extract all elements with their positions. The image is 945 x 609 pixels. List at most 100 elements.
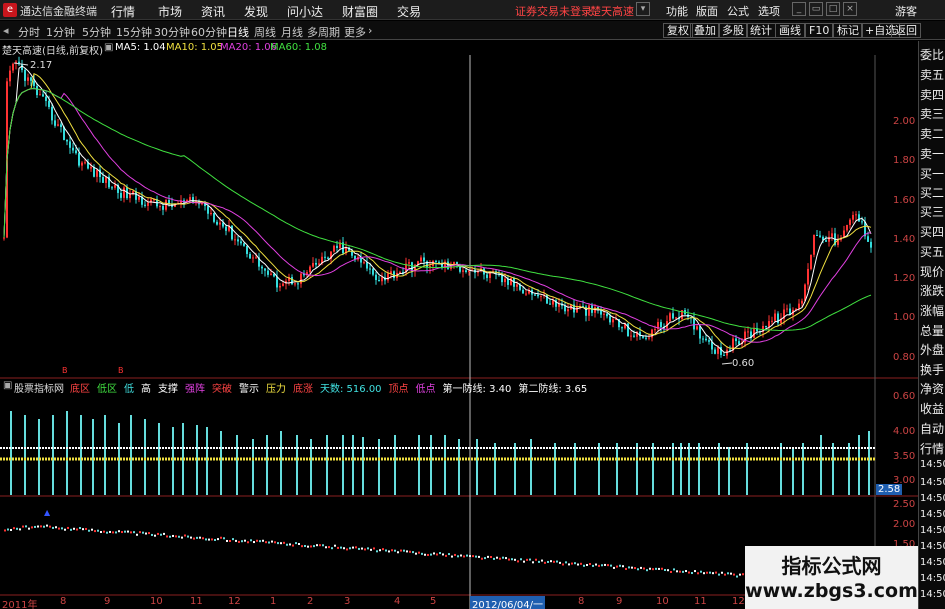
lower-chart-dot <box>418 551 420 554</box>
menu-ask[interactable]: 问小达 <box>287 3 323 20</box>
lower-chart-dot <box>205 538 207 541</box>
tab-back-icon[interactable]: ◂ <box>3 24 9 37</box>
multi-stock-button[interactable]: 多股 <box>718 23 748 38</box>
x-axis-label: 10 <box>150 596 163 607</box>
candle-body <box>375 274 377 280</box>
candle-body <box>567 309 569 312</box>
lower-chart-dot <box>493 557 495 560</box>
sidebar-item[interactable]: 14:50 <box>920 557 945 568</box>
sidebar-item[interactable]: 14:50 <box>920 589 945 600</box>
menu-news[interactable]: 资讯 <box>201 3 225 20</box>
menu-discover[interactable]: 发现 <box>244 3 268 20</box>
close-icon[interactable]: × <box>843 2 857 16</box>
sidebar-item[interactable]: 14:50 <box>920 509 945 520</box>
lower-chart-dot <box>517 560 519 563</box>
indicator-bar <box>52 415 54 495</box>
candle-body <box>45 96 47 101</box>
lower-chart-dot <box>43 525 45 528</box>
ma-toggle-icon[interactable]: ▣ <box>104 42 113 53</box>
lower-chart-dot <box>661 567 663 570</box>
lower-chart-dot <box>64 528 66 531</box>
lower-chart-dot <box>274 541 276 544</box>
menu-layout[interactable]: 版面 <box>696 3 718 19</box>
menu-market[interactable]: 市场 <box>158 3 182 20</box>
sidebar-item[interactable]: 14:50 <box>920 541 945 552</box>
guest-label[interactable]: 游客 <box>895 3 917 19</box>
restore-icon[interactable]: ▭ <box>809 2 823 16</box>
tab-daily[interactable]: 日线 <box>227 24 249 40</box>
menu-function[interactable]: 功能 <box>666 3 688 19</box>
indicator-legend-item: 警示 <box>239 384 259 395</box>
tab-multi-period[interactable]: 多周期 <box>307 24 340 40</box>
maximize-icon[interactable]: □ <box>826 2 840 16</box>
lower-chart-dot <box>424 553 426 556</box>
indicator-bar <box>280 431 282 495</box>
lower-chart-dot <box>715 571 717 574</box>
overlay-button[interactable]: 叠加 <box>690 23 720 38</box>
indicator-toggle-icon[interactable]: ▣ <box>3 380 12 391</box>
tab-60min[interactable]: 60分钟 <box>191 24 227 40</box>
candle-body <box>69 141 71 148</box>
indicator-legend-item: 低点 <box>415 384 436 395</box>
lower-chart-dot <box>346 548 348 551</box>
statistics-button[interactable]: 统计 <box>746 23 776 38</box>
lower-chart-dot <box>340 546 342 549</box>
indicator-bar <box>444 435 446 495</box>
lower-chart-dot <box>499 557 501 560</box>
chart-area[interactable]: B B ▲ 楚天高速(日线,前复权) ▣ MA5: 1.04 MA10: 1.05 … <box>0 41 945 609</box>
f10-button[interactable]: F10 <box>805 23 834 38</box>
sidebar-item[interactable]: 14:50 <box>920 493 945 504</box>
candle-body <box>828 236 830 242</box>
menu-options[interactable]: 选项 <box>758 3 780 19</box>
candle-body <box>315 262 317 265</box>
menu-formula[interactable]: 公式 <box>727 3 749 19</box>
lower-chart-dot <box>652 568 654 571</box>
lower-chart-dot <box>433 552 435 555</box>
sidebar-item[interactable]: 自动 <box>920 420 945 437</box>
ma5-label: MA5: 1.04 <box>115 42 166 53</box>
draw-line-button[interactable]: 画线 <box>775 23 805 38</box>
buy-marker: B <box>118 366 124 375</box>
menu-market-quotes[interactable]: 行情 <box>111 3 135 20</box>
lower-chart-dot <box>220 536 222 539</box>
sidebar-item[interactable]: 14:50 <box>920 459 945 470</box>
watermark-url: www.zbgs3.com <box>745 580 918 602</box>
menu-trade[interactable]: 交易 <box>397 3 421 20</box>
candle-body <box>57 124 59 126</box>
lower-chart-dot <box>154 534 156 537</box>
chevron-right-icon[interactable]: › <box>368 24 372 37</box>
tab-intraday[interactable]: 分时 <box>18 24 40 40</box>
back-button[interactable]: 返回 <box>891 23 921 38</box>
tab-30min[interactable]: 30分钟 <box>154 24 190 40</box>
menu-wealth-circle[interactable]: 财富圈 <box>342 3 378 20</box>
tab-15min[interactable]: 15分钟 <box>116 24 152 40</box>
indicator-bar <box>418 435 420 495</box>
mark-button[interactable]: 标记 <box>833 23 863 38</box>
lower-chart-dot <box>529 558 531 561</box>
lower-chart-dot <box>196 536 198 539</box>
lower-chart-dot <box>664 568 666 571</box>
candle-body <box>786 308 788 310</box>
indicator-bar <box>10 411 12 495</box>
tab-weekly[interactable]: 周线 <box>254 24 276 40</box>
trade-login-alert[interactable]: 证券交易未登录 <box>515 3 592 19</box>
lower-chart-dot <box>352 546 354 549</box>
tab-monthly[interactable]: 月线 <box>281 24 303 40</box>
sidebar-item[interactable]: 行情 <box>920 440 945 457</box>
restore-rights-button[interactable]: 复权 <box>663 23 693 38</box>
lower-chart-dot <box>490 556 492 559</box>
kline-chart-svg[interactable]: B B ▲ <box>0 41 918 609</box>
sidebar-item[interactable]: 14:50 <box>920 477 945 488</box>
tab-5min[interactable]: 5分钟 <box>82 24 111 40</box>
lower-chart-dot <box>268 541 270 544</box>
tab-more[interactable]: 更多 <box>344 24 366 40</box>
sidebar-item[interactable]: 14:50 <box>920 573 945 584</box>
minimize-icon[interactable]: _ <box>792 2 806 16</box>
lower-chart-dot <box>577 563 579 566</box>
lower-chart-dot <box>49 525 51 528</box>
lower-chart-dot <box>550 560 552 563</box>
lock-icon[interactable]: ▾ <box>636 2 650 16</box>
sidebar-item[interactable]: 14:50 <box>920 525 945 536</box>
lower-chart-dot <box>109 530 111 533</box>
tab-1min[interactable]: 1分钟 <box>46 24 75 40</box>
